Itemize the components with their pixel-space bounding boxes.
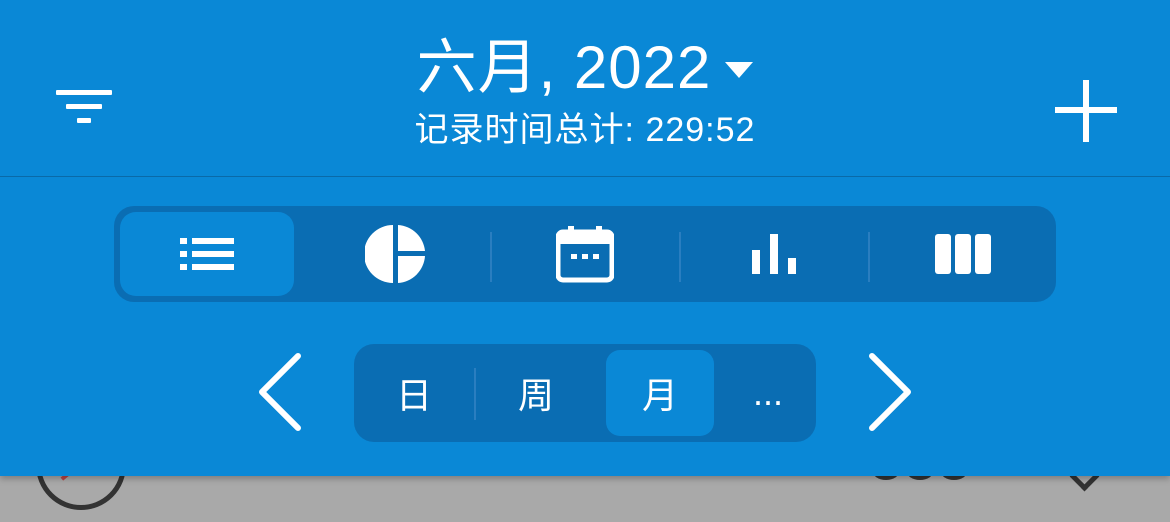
divider bbox=[490, 232, 492, 282]
add-button[interactable] bbox=[1048, 72, 1124, 148]
divider bbox=[868, 232, 870, 282]
tab-calendar[interactable] bbox=[498, 212, 672, 296]
title-block: 六月, 2022 记录时间总计: 229:52 bbox=[300, 30, 870, 152]
header-panel: 六月, 2022 记录时间总计: 229:52 日 周 月 ... bbox=[0, 0, 1170, 476]
filter-button[interactable] bbox=[48, 80, 120, 136]
previous-period-button[interactable] bbox=[252, 350, 312, 434]
total-time-label: 记录时间总计: 229:52 bbox=[414, 111, 756, 149]
caret-down-icon bbox=[725, 62, 754, 78]
pie-chart-icon bbox=[365, 225, 425, 283]
list-icon bbox=[180, 238, 234, 270]
divider bbox=[474, 368, 476, 420]
calendar-icon bbox=[556, 226, 614, 283]
columns-icon bbox=[935, 234, 991, 274]
tab-pie-chart[interactable] bbox=[309, 212, 483, 296]
period-switcher: 日 周 月 ... bbox=[354, 344, 816, 442]
tab-columns[interactable] bbox=[876, 212, 1050, 296]
top-bar: 六月, 2022 记录时间总计: 229:52 bbox=[0, 0, 1170, 177]
period-more-label: ... bbox=[752, 372, 783, 413]
plus-icon bbox=[1055, 80, 1117, 142]
view-switcher bbox=[114, 206, 1056, 302]
period-month[interactable]: 月 bbox=[606, 350, 714, 436]
app-root: 六月, 2022 记录时间总计: 229:52 日 周 月 ... bbox=[0, 0, 1170, 522]
chevron-right-icon bbox=[869, 353, 911, 431]
period-week[interactable]: 周 bbox=[482, 350, 590, 436]
period-week-label: 周 bbox=[517, 375, 554, 416]
next-period-button[interactable] bbox=[858, 350, 918, 434]
filter-icon bbox=[56, 90, 112, 123]
chevron-left-icon bbox=[259, 353, 301, 431]
tab-list[interactable] bbox=[120, 212, 294, 296]
period-month-label: 月 bbox=[641, 375, 678, 416]
divider bbox=[679, 232, 681, 282]
month-title: 六月, 2022 bbox=[416, 34, 712, 101]
period-day[interactable]: 日 bbox=[360, 350, 468, 436]
period-more[interactable]: ... bbox=[714, 350, 822, 436]
tab-bar-chart[interactable] bbox=[687, 212, 861, 296]
period-day-label: 日 bbox=[395, 375, 432, 416]
month-selector[interactable]: 六月, 2022 bbox=[417, 30, 754, 106]
bar-chart-icon bbox=[752, 234, 796, 274]
